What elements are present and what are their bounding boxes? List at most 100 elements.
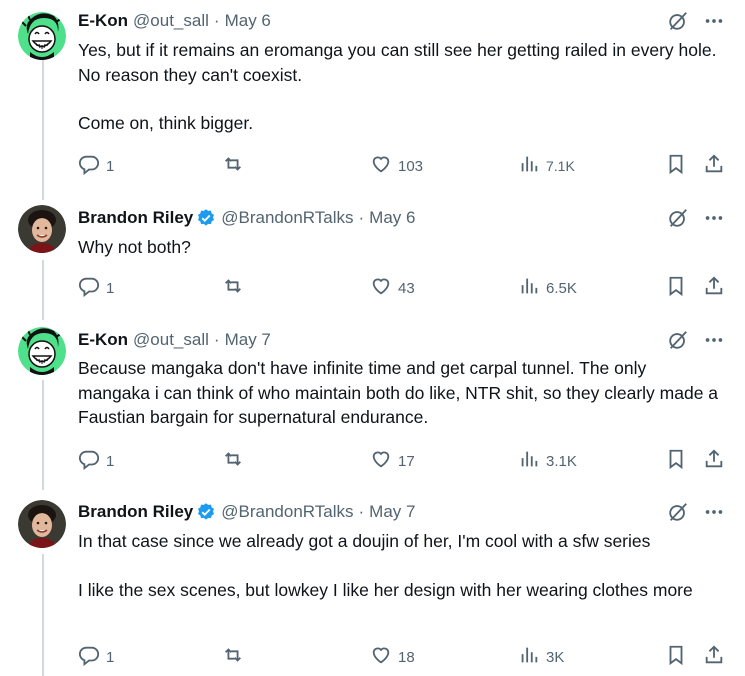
bookmark-button[interactable]: [665, 153, 687, 179]
bookmark-button[interactable]: [665, 275, 687, 301]
reply-button[interactable]: 1: [78, 644, 114, 670]
brandon-avatar-image: [18, 205, 66, 253]
ekon-avatar-image: [18, 327, 66, 375]
like-button[interactable]: 103: [370, 153, 423, 179]
reply-count: 1: [106, 157, 115, 175]
views-count: 3K: [546, 648, 565, 666]
share-button[interactable]: [703, 644, 725, 670]
reply-button[interactable]: 1: [78, 448, 114, 474]
timestamp[interactable]: May 7: [225, 330, 271, 350]
verified-badge-icon: [196, 208, 216, 228]
tweet-paragraph: Why not both?: [78, 237, 191, 257]
views-icon: [518, 153, 540, 179]
tweet[interactable]: Brandon Riley @BrandonRTalks · May 6 Why…: [0, 200, 745, 310]
retweet-button[interactable]: [222, 644, 250, 670]
tweet[interactable]: Brandon Riley @BrandonRTalks · May 7 In …: [0, 494, 745, 676]
grok-icon[interactable]: [667, 207, 689, 234]
action-bar: 1 43 6.5K: [78, 275, 725, 299]
action-bar: 1 17 3.1K: [78, 448, 725, 472]
like-button[interactable]: 18: [370, 644, 415, 670]
like-count: 17: [398, 452, 415, 470]
display-name[interactable]: Brandon Riley: [78, 208, 193, 228]
views-button[interactable]: 6.5K: [518, 275, 577, 301]
share-icon: [703, 644, 725, 670]
tweet-header: E-Kon @out_sall · May 6: [78, 10, 271, 32]
bookmark-button[interactable]: [665, 644, 687, 670]
handle[interactable]: @BrandonRTalks: [221, 502, 353, 522]
avatar[interactable]: [18, 205, 66, 253]
bookmark-icon: [665, 275, 687, 301]
action-bar: 1 103 7.1K: [78, 153, 725, 177]
reply-button[interactable]: 1: [78, 275, 114, 301]
handle[interactable]: @out_sall: [133, 330, 209, 350]
separator: ·: [213, 330, 220, 349]
tweet-text: Why not both?: [78, 235, 723, 260]
more-icon[interactable]: [703, 207, 725, 234]
grok-icon[interactable]: [667, 10, 689, 37]
reply-icon: [78, 644, 100, 670]
share-icon: [703, 448, 725, 474]
tweet-paragraph: Because mangaka don't have infinite time…: [78, 358, 719, 427]
tweet-text: Because mangaka don't have infinite time…: [78, 356, 723, 430]
display-name[interactable]: E-Kon: [78, 11, 128, 31]
handle[interactable]: @out_sall: [133, 11, 209, 31]
grok-icon[interactable]: [667, 329, 689, 356]
views-button[interactable]: 7.1K: [518, 153, 575, 179]
timestamp[interactable]: May 6: [225, 11, 271, 31]
tweet-header: Brandon Riley @BrandonRTalks · May 7: [78, 501, 415, 523]
share-button[interactable]: [703, 275, 725, 301]
bookmark-icon: [665, 153, 687, 179]
retweet-button[interactable]: [222, 448, 250, 474]
like-icon: [370, 448, 392, 474]
views-button[interactable]: 3K: [518, 644, 564, 670]
bookmark-icon: [665, 644, 687, 670]
more-icon[interactable]: [703, 501, 725, 528]
like-button[interactable]: 17: [370, 448, 415, 474]
handle[interactable]: @BrandonRTalks: [221, 208, 353, 228]
tweet-paragraph: Yes, but if it remains an eromanga you c…: [78, 40, 717, 85]
views-count: 6.5K: [546, 279, 577, 297]
retweet-icon: [222, 275, 244, 301]
like-icon: [370, 153, 392, 179]
more-icon[interactable]: [703, 329, 725, 356]
tweet-text: In that case since we already got a douj…: [78, 529, 723, 602]
like-button[interactable]: 43: [370, 275, 415, 301]
tweet-text: Yes, but if it remains an eromanga you c…: [78, 38, 723, 136]
separator: ·: [213, 11, 220, 30]
share-button[interactable]: [703, 448, 725, 474]
bookmark-icon: [665, 448, 687, 474]
like-icon: [370, 275, 392, 301]
tweet[interactable]: E-Kon @out_sall · May 7 Because mangaka …: [0, 322, 745, 482]
avatar[interactable]: [18, 12, 66, 60]
reply-icon: [78, 275, 100, 301]
display-name[interactable]: Brandon Riley: [78, 502, 193, 522]
views-count: 7.1K: [546, 158, 575, 174]
separator: ·: [358, 502, 365, 521]
avatar[interactable]: [18, 500, 66, 548]
verified-badge-icon: [196, 502, 216, 522]
like-icon: [370, 644, 392, 670]
retweet-button[interactable]: [222, 153, 250, 179]
views-button[interactable]: 3.1K: [518, 448, 577, 474]
views-count: 3.1K: [546, 452, 577, 470]
bookmark-button[interactable]: [665, 448, 687, 474]
reply-button[interactable]: 1: [78, 153, 114, 179]
avatar[interactable]: [18, 327, 66, 375]
retweet-icon: [222, 153, 244, 179]
reply-icon: [78, 153, 100, 179]
like-count: 103: [398, 157, 424, 175]
tweet-header: E-Kon @out_sall · May 7: [78, 329, 271, 351]
grok-icon[interactable]: [667, 501, 689, 528]
brandon-avatar-image: [18, 500, 66, 548]
timestamp[interactable]: May 6: [369, 208, 415, 228]
tweet-paragraph: Come on, think bigger.: [78, 113, 254, 133]
more-icon[interactable]: [703, 10, 725, 37]
display-name[interactable]: E-Kon: [78, 330, 128, 350]
retweet-icon: [222, 448, 244, 474]
tweet[interactable]: E-Kon @out_sall · May 6 Yes, but if it r…: [0, 0, 745, 185]
reply-icon: [78, 448, 100, 474]
separator: ·: [358, 208, 365, 227]
timestamp[interactable]: May 7: [369, 502, 415, 522]
share-button[interactable]: [703, 153, 725, 179]
retweet-button[interactable]: [222, 275, 250, 301]
